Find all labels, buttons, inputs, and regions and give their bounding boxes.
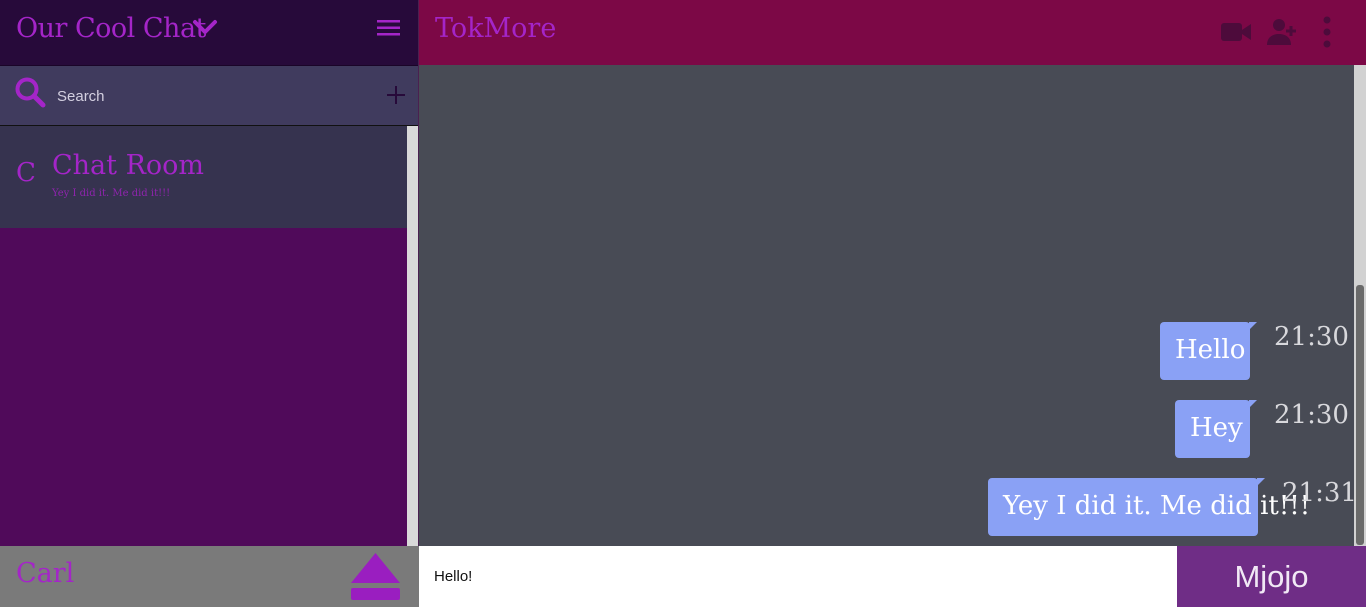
eject-icon[interactable] — [348, 551, 403, 602]
message-text: Yey I did it. Me did it!!! — [1003, 491, 1311, 521]
bubble-tail — [1257, 478, 1265, 486]
send-button[interactable]: Mjojo — [1177, 546, 1366, 607]
video-camera-icon[interactable] — [1220, 21, 1252, 43]
search-input[interactable] — [55, 78, 369, 114]
user-name: Carl — [16, 558, 75, 589]
chevron-down-icon[interactable] — [192, 16, 218, 38]
contact-name: TokMore — [435, 13, 557, 44]
chat-preview: Yey I did it. Me did it!!! — [52, 188, 171, 199]
add-person-icon[interactable] — [1265, 17, 1297, 47]
message-time: 21:30 — [1274, 400, 1349, 430]
plus-icon[interactable] — [383, 82, 409, 108]
bubble-tail — [1249, 400, 1257, 408]
message-text: Hey — [1190, 413, 1243, 443]
more-vertical-icon[interactable] — [1320, 16, 1334, 48]
message-bubble: Hey — [1175, 400, 1257, 458]
hamburger-menu-icon[interactable] — [376, 17, 402, 39]
message-area — [419, 65, 1354, 546]
search-icon[interactable] — [14, 76, 46, 108]
message-bubble: Yey I did it. Me did it!!! — [988, 478, 1310, 536]
bubble-tail — [1249, 322, 1257, 330]
message-time: 21:31 — [1282, 478, 1357, 508]
chat-avatar: C — [16, 158, 36, 188]
app-title: Our Cool Chat — [16, 13, 206, 44]
message-bubble: Hello — [1160, 322, 1257, 380]
chat-name: Chat Room — [52, 150, 205, 181]
message-text: Hello — [1175, 335, 1246, 365]
sidebar-scrollbar[interactable] — [407, 126, 418, 546]
message-input[interactable] — [419, 546, 1177, 607]
message-scrollbar-thumb[interactable] — [1356, 285, 1364, 545]
message-time: 21:30 — [1274, 322, 1349, 352]
